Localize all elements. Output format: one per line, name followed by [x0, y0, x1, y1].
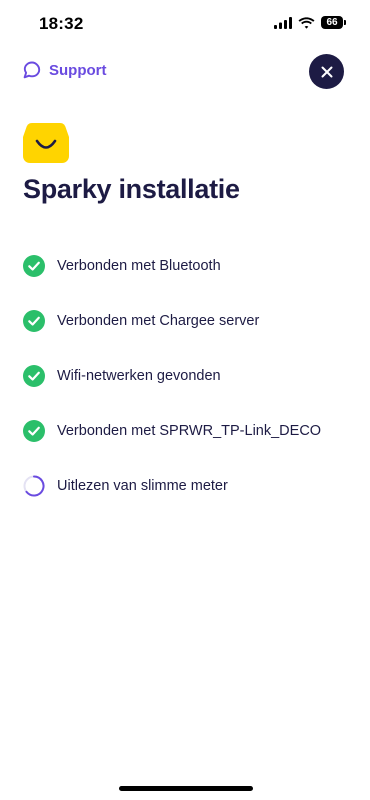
step-item-smart-meter: Uitlezen van slimme meter [23, 474, 353, 498]
close-button[interactable] [309, 54, 344, 89]
home-indicator [119, 786, 253, 791]
support-link[interactable]: Support [22, 60, 107, 80]
status-bar: 18:32 66 [0, 0, 370, 48]
step-label: Uitlezen van slimme meter [57, 478, 228, 494]
check-circle-icon [23, 310, 45, 332]
install-steps-list: Verbonden met Bluetooth Verbonden met Ch… [23, 254, 353, 529]
check-circle-icon [23, 420, 45, 442]
battery-icon: 66 [321, 16, 346, 29]
cellular-signal-icon [274, 16, 292, 29]
step-label: Verbonden met Chargee server [57, 313, 260, 329]
step-label: Wifi-netwerken gevonden [57, 368, 221, 384]
chat-bubble-icon [23, 61, 41, 79]
step-item-server: Verbonden met Chargee server [23, 309, 353, 333]
sparky-logo-icon [23, 123, 69, 163]
step-label: Verbonden met SPRWR_TP-Link_DECO [57, 423, 322, 439]
battery-level: 66 [321, 16, 343, 29]
wifi-icon [298, 16, 315, 29]
support-label: Support [49, 61, 107, 79]
loading-spinner-icon [23, 475, 45, 497]
check-circle-icon [23, 365, 45, 387]
step-item-wifi-networks: Wifi-netwerken gevonden [23, 364, 353, 388]
step-item-wifi-connected: Verbonden met SPRWR_TP-Link_DECO [23, 419, 353, 443]
step-item-bluetooth: Verbonden met Bluetooth [23, 254, 353, 278]
status-time: 18:32 [39, 14, 84, 33]
check-circle-icon [23, 255, 45, 277]
step-label: Verbonden met Bluetooth [57, 258, 221, 274]
page-title: Sparky installatie [23, 174, 240, 204]
status-icons: 66 [274, 16, 346, 29]
close-icon [321, 66, 332, 77]
